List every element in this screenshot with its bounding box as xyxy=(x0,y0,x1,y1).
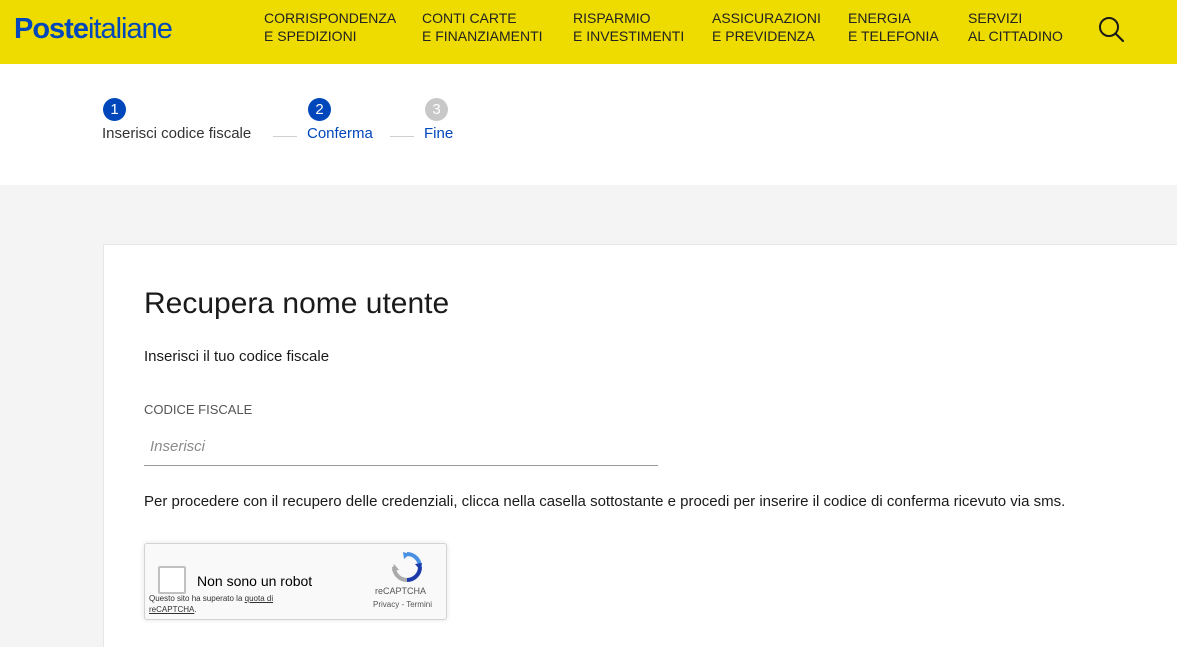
nav-line2: E TELEFONIA xyxy=(848,28,939,44)
logo-light-text: italiane xyxy=(87,13,173,45)
nav-line1: ASSICURAZIONI xyxy=(712,10,821,26)
nav-line2: AL CITTADINO xyxy=(968,28,1063,44)
recaptcha-note-suffix: . xyxy=(194,605,197,614)
step-1-indicator: 1 xyxy=(103,98,126,121)
progress-stepper: 1 Inserisci codice fiscale 2 Conferma 3 … xyxy=(0,64,1177,185)
step-3-label: Fine xyxy=(424,125,454,142)
nav-risparmio[interactable]: RISPARMIO E INVESTIMENTI xyxy=(573,9,684,45)
step-connector xyxy=(390,136,414,137)
nav-line1: CORRISPONDENZA xyxy=(264,10,397,26)
step-connector xyxy=(273,136,297,137)
nav-line2: E INVESTIMENTI xyxy=(573,28,685,44)
step-2-label: Conferma xyxy=(307,125,373,142)
recaptcha-terms-links[interactable]: Privacy - Termini xyxy=(373,600,432,609)
page-title: Recupera nome utente xyxy=(144,287,450,320)
nav-line2: E SPEDIZIONI xyxy=(264,28,357,44)
instructions-text: Per procedere con il recupero delle cred… xyxy=(144,493,1066,510)
nav-line1: SERVIZI xyxy=(968,10,1023,26)
recaptcha-note-prefix: Questo sito ha superato la xyxy=(149,594,245,603)
nav-line2: E PREVIDENZA xyxy=(712,28,815,44)
nav-assicurazioni[interactable]: ASSICURAZIONI E PREVIDENZA xyxy=(712,9,821,45)
nav-line2: E FINANZIAMENTI xyxy=(422,28,543,44)
logo-bold-text: Poste xyxy=(14,13,89,45)
recaptcha-brand: reCAPTCHA xyxy=(375,586,427,596)
step-2-indicator: 2 xyxy=(308,98,331,121)
nav-corrispondenza[interactable]: CORRISPONDENZA E SPEDIZIONI xyxy=(264,9,396,45)
recaptcha-checkbox[interactable] xyxy=(158,566,186,594)
codice-fiscale-input[interactable] xyxy=(144,428,658,466)
step-1-label: Inserisci codice fiscale xyxy=(102,125,252,142)
step-3-indicator: 3 xyxy=(425,98,448,121)
nav-line1: CONTI CARTE xyxy=(422,10,517,26)
recaptcha-logo-icon xyxy=(392,552,422,582)
nav-line1: RISPARMIO xyxy=(573,10,651,26)
recaptcha-quota-note: Questo sito ha superato la quota di reCA… xyxy=(149,593,299,615)
poste-italiane-logo[interactable]: Posteitaliane xyxy=(14,12,173,46)
search-icon xyxy=(1099,17,1125,43)
nav-energia[interactable]: ENERGIA E TELEFONIA xyxy=(848,9,939,45)
recaptcha-widget: Non sono un robot Questo sito ha superat… xyxy=(144,543,447,620)
nav-line1: ENERGIA xyxy=(848,10,912,26)
search-button[interactable] xyxy=(1097,15,1127,45)
site-header: Posteitaliane CORRISPONDENZA E SPEDIZION… xyxy=(0,0,1177,64)
form-subtitle: Inserisci il tuo codice fiscale xyxy=(144,348,330,365)
nav-servizi[interactable]: SERVIZI AL CITTADINO xyxy=(968,9,1063,45)
codice-fiscale-label: CODICE FISCALE xyxy=(144,402,253,417)
nav-conti-carte[interactable]: CONTI CARTE E FINANZIAMENTI xyxy=(422,9,543,45)
recaptcha-label: Non sono un robot xyxy=(197,573,313,589)
